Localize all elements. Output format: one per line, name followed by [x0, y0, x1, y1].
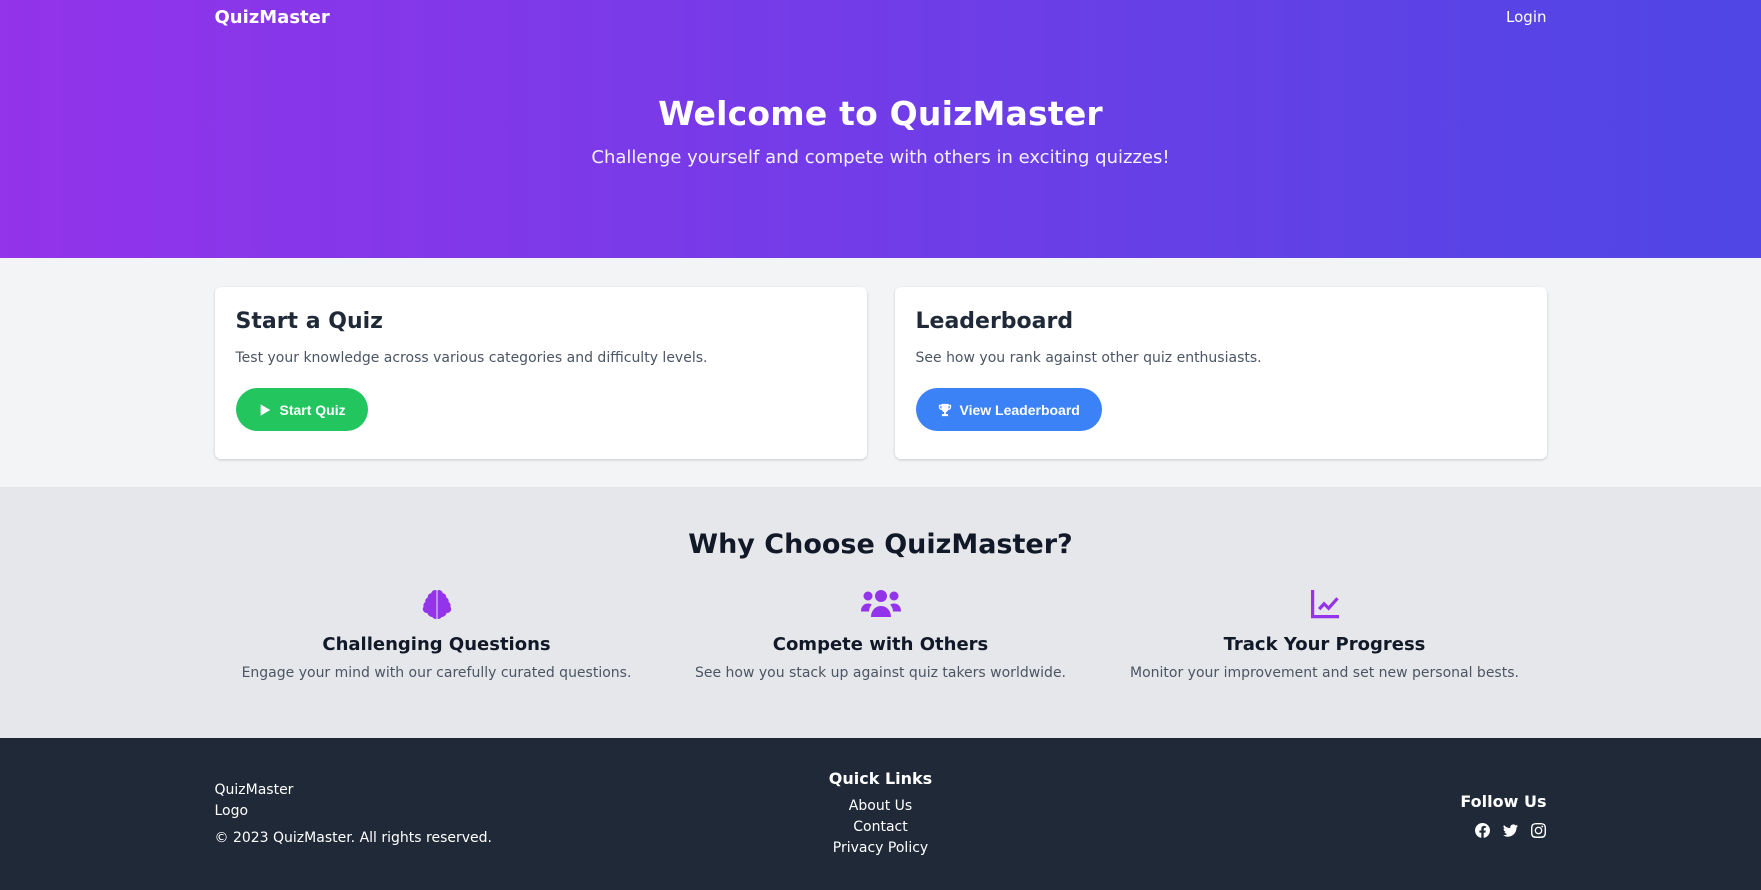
- play-icon: [260, 403, 270, 416]
- footer-link-about[interactable]: About Us: [731, 796, 1031, 817]
- social-links: [1247, 823, 1547, 839]
- twitter-link[interactable]: [1502, 823, 1519, 839]
- footer-link-privacy[interactable]: Privacy Policy: [731, 838, 1031, 859]
- footer-link-contact[interactable]: Contact: [731, 817, 1031, 838]
- login-link[interactable]: Login: [1506, 8, 1546, 26]
- hero-subtitle: Challenge yourself and compete with othe…: [591, 147, 1170, 168]
- twitter-icon: [1502, 824, 1518, 837]
- feature-title: Challenging Questions: [322, 634, 551, 655]
- facebook-link[interactable]: [1474, 823, 1491, 839]
- button-label: View Leaderboard: [959, 401, 1080, 418]
- feature-text: Monitor your improvement and set new per…: [1130, 665, 1519, 681]
- card-title: Leaderboard: [915, 309, 1074, 334]
- feature-text: See how you stack up against quiz takers…: [694, 665, 1067, 681]
- feature-title: Track Your Progress: [1223, 634, 1426, 655]
- follow-us-heading: Follow Us: [1460, 792, 1547, 811]
- hero-section: QuizMaster Login Welcome to QuizMaster C…: [0, 0, 1761, 258]
- feature-item: Compete with Others See how you stack up…: [659, 586, 1103, 681]
- users-icon: [860, 590, 901, 617]
- card-title: Start a Quiz: [235, 309, 383, 334]
- feature-item: Challenging Questions Engage your mind w…: [215, 586, 659, 681]
- copyright-text: © 2023 QuizMaster. All rights reserved.: [214, 830, 493, 846]
- brand-logo[interactable]: QuizMaster: [215, 7, 330, 28]
- hero-title: Welcome to QuizMaster: [658, 94, 1103, 133]
- features-section: Why Choose QuizMaster? Challenging Quest…: [0, 487, 1761, 738]
- footer-logo: QuizMaster Logo: [214, 782, 294, 819]
- card-text: Test your knowledge across various categ…: [235, 350, 708, 366]
- feature-text: Engage your mind with our carefully cura…: [241, 665, 632, 681]
- view-leaderboard-button[interactable]: View Leaderboard: [915, 388, 1102, 431]
- features-title: Why Choose QuizMaster?: [688, 529, 1073, 560]
- feature-title: Compete with Others: [772, 634, 989, 655]
- quick-links-list: About Us Contact Privacy Policy: [731, 796, 1031, 859]
- site-footer: QuizMaster Logo © 2023 QuizMaster. All r…: [0, 738, 1761, 890]
- quick-links-heading: Quick Links: [828, 769, 933, 788]
- action-cards-section: Start a Quiz Test your knowledge across …: [0, 258, 1761, 487]
- facebook-icon: [1474, 823, 1490, 838]
- leaderboard-card: Leaderboard See how you rank against oth…: [894, 287, 1547, 459]
- chart-line-icon: [1310, 590, 1339, 619]
- trophy-icon: [938, 403, 951, 416]
- instagram-link[interactable]: [1530, 823, 1547, 839]
- start-quiz-card: Start a Quiz Test your knowledge across …: [214, 287, 867, 459]
- feature-item: Track Your Progress Monitor your improve…: [1103, 586, 1547, 681]
- top-nav: QuizMaster Login: [215, 0, 1547, 34]
- card-text: See how you rank against other quiz enth…: [915, 350, 1262, 366]
- brain-icon: [422, 590, 451, 619]
- start-quiz-button[interactable]: Start Quiz: [235, 388, 368, 431]
- button-label: Start Quiz: [279, 401, 346, 418]
- instagram-icon: [1530, 823, 1546, 838]
